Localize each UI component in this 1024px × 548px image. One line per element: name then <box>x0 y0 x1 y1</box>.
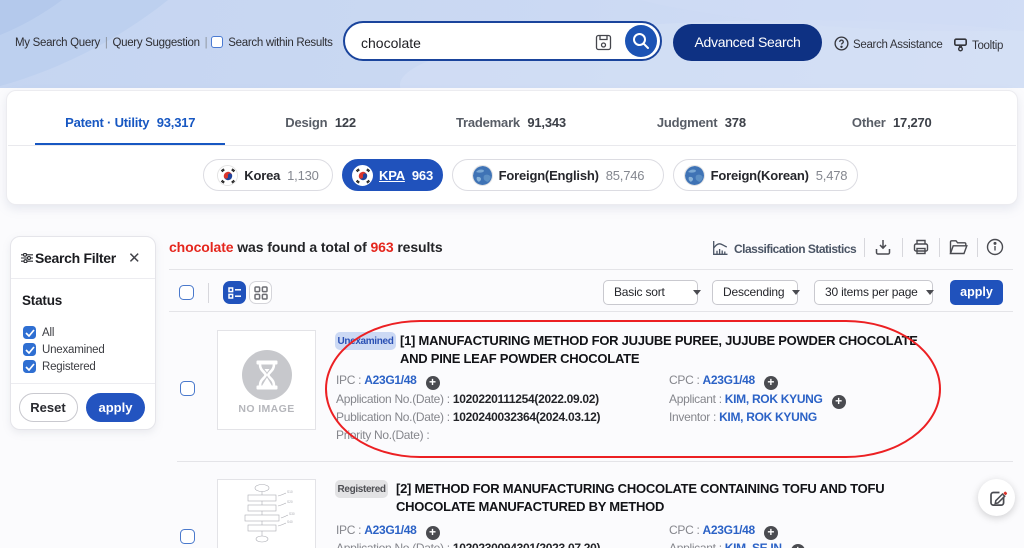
svg-text:S10: S10 <box>287 490 293 494</box>
svg-text:S30: S30 <box>289 512 295 516</box>
svg-text:S40: S40 <box>287 520 293 524</box>
svg-text:S20: S20 <box>287 500 293 504</box>
